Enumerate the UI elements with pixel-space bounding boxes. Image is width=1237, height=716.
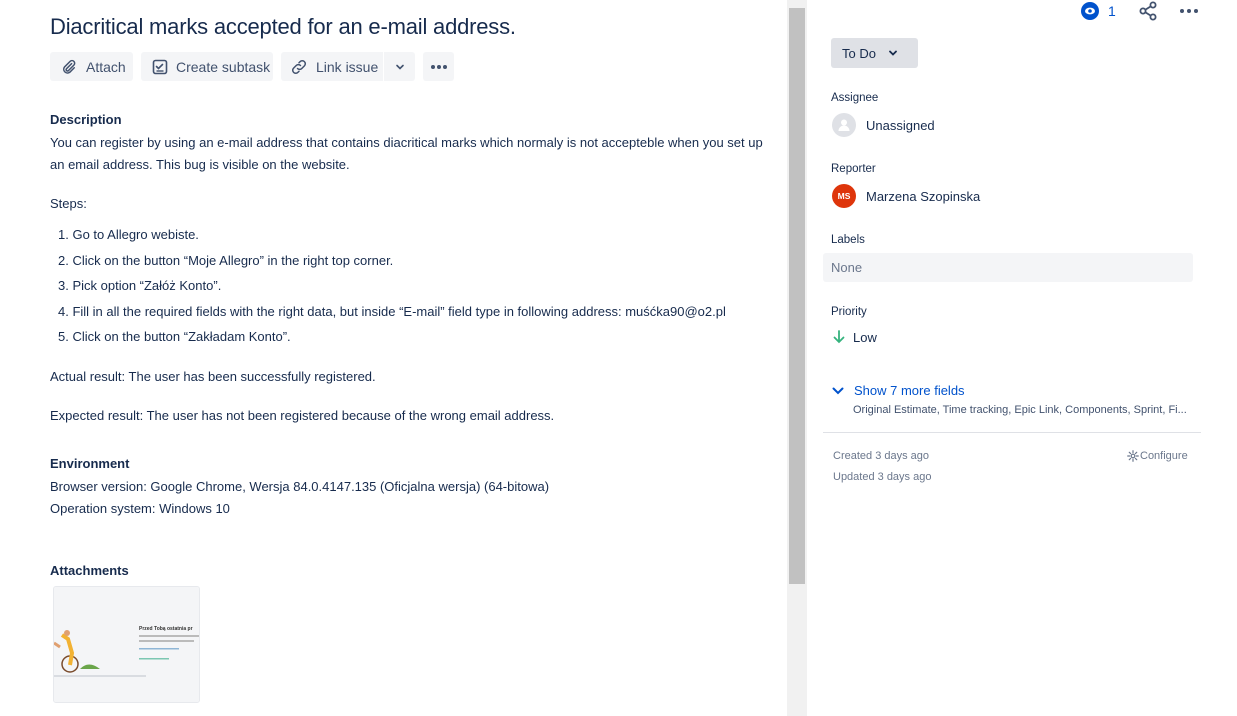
attachment-thumbnail[interactable]: Przed Tobą ostatnia pr [53,586,200,703]
expected-result: Expected result: The user has not been r… [50,408,555,423]
share-button[interactable] [1138,1,1158,26]
watch-button[interactable]: 1 [1080,1,1116,21]
link-icon [290,58,308,76]
user-icon [838,119,850,131]
priority-field[interactable]: Low [831,329,877,345]
link-issue-dropdown-button[interactable] [384,52,415,81]
attach-button[interactable]: Attach [50,52,133,81]
issue-more-button[interactable] [1178,1,1200,26]
configure-label: Configure [1140,450,1188,462]
description-text[interactable]: You can register by using an e-mail addr… [50,132,770,176]
list-item: 1. Go to Allegro webiste. [58,227,199,242]
avatar [832,113,856,137]
eye-icon [1081,2,1099,20]
more-icon [1180,9,1198,13]
more-icon [430,64,447,69]
show-more-fields-button[interactable]: Show 7 more fields [831,383,965,398]
avatar: MS [832,184,856,208]
reporter-label: Reporter [831,163,876,175]
paperclip-icon [60,58,78,76]
chevron-down-icon [889,50,897,56]
issue-main-panel: Diacritical marks accepted for an e-mail… [0,0,787,716]
divider [823,432,1201,433]
chevron-down-icon [832,387,844,394]
steps-list: 1. Go to Allegro webiste. 2. Click on th… [50,224,726,352]
priority-value: Low [853,329,877,345]
subtask-icon [152,58,168,76]
status-label: To Do [842,45,876,61]
actual-result: Actual result: The user has been success… [50,369,376,384]
labels-label: Labels [831,234,865,246]
show-more-label: Show 7 more fields [854,383,965,398]
created-timestamp: Created 3 days ago [833,450,930,462]
environment-browser: Browser version: Google Chrome, Wersja 8… [50,479,550,494]
description-heading: Description [50,112,122,127]
environment-heading: Environment [50,456,130,471]
issue-title[interactable]: Diacritical marks accepted for an e-mail… [50,14,516,40]
reporter-value: Marzena Szopinska [866,188,981,204]
assignee-label: Assignee [831,92,879,104]
issue-toolbar: Attach Create subtask Link issue [50,52,462,81]
environment-os: Operation system: Windows 10 [50,501,230,516]
scrollbar-thumb[interactable] [789,8,805,584]
chevron-down-icon [395,64,404,70]
list-item: 3. Pick option “Załóż Konto”. [58,278,222,294]
watchers-count: 1 [1108,3,1116,19]
create-subtask-button[interactable]: Create subtask [141,52,273,81]
list-item: 4. Fill in all the required fields with … [58,303,726,319]
priority-label: Priority [831,306,867,318]
arrow-down-icon [833,330,845,344]
create-subtask-label: Create subtask [176,58,271,75]
configure-button[interactable]: Configure [1127,450,1188,462]
steps-label: Steps: [50,196,87,211]
attachments-heading: Attachments [50,563,129,578]
updated-timestamp: Updated 3 days ago [833,471,932,483]
attach-label: Attach [86,58,126,75]
more-actions-button[interactable] [423,52,454,81]
list-item: 2. Click on the button “Moje Allegro” in… [58,252,394,268]
link-issue-label: Link issue [316,58,379,75]
status-dropdown[interactable]: To Do [831,38,918,68]
assignee-field[interactable]: Unassigned [831,113,935,137]
reporter-field[interactable]: MS Marzena Szopinska [831,184,980,208]
assignee-value: Unassigned [866,117,935,133]
link-issue-button[interactable]: Link issue [281,52,383,81]
labels-field[interactable]: None [823,253,1193,282]
list-item: 5. Click on the button “Zakładam Konto”. [58,329,291,345]
attachment-preview-text: Przed Tobą ostatnia pr [139,626,193,632]
show-more-fields-list: Original Estimate, Time tracking, Epic L… [853,404,1187,416]
attachment-preview-image: Przed Tobą ostatnia pr [54,587,199,702]
share-icon [1139,1,1157,21]
gear-icon [1127,450,1139,462]
